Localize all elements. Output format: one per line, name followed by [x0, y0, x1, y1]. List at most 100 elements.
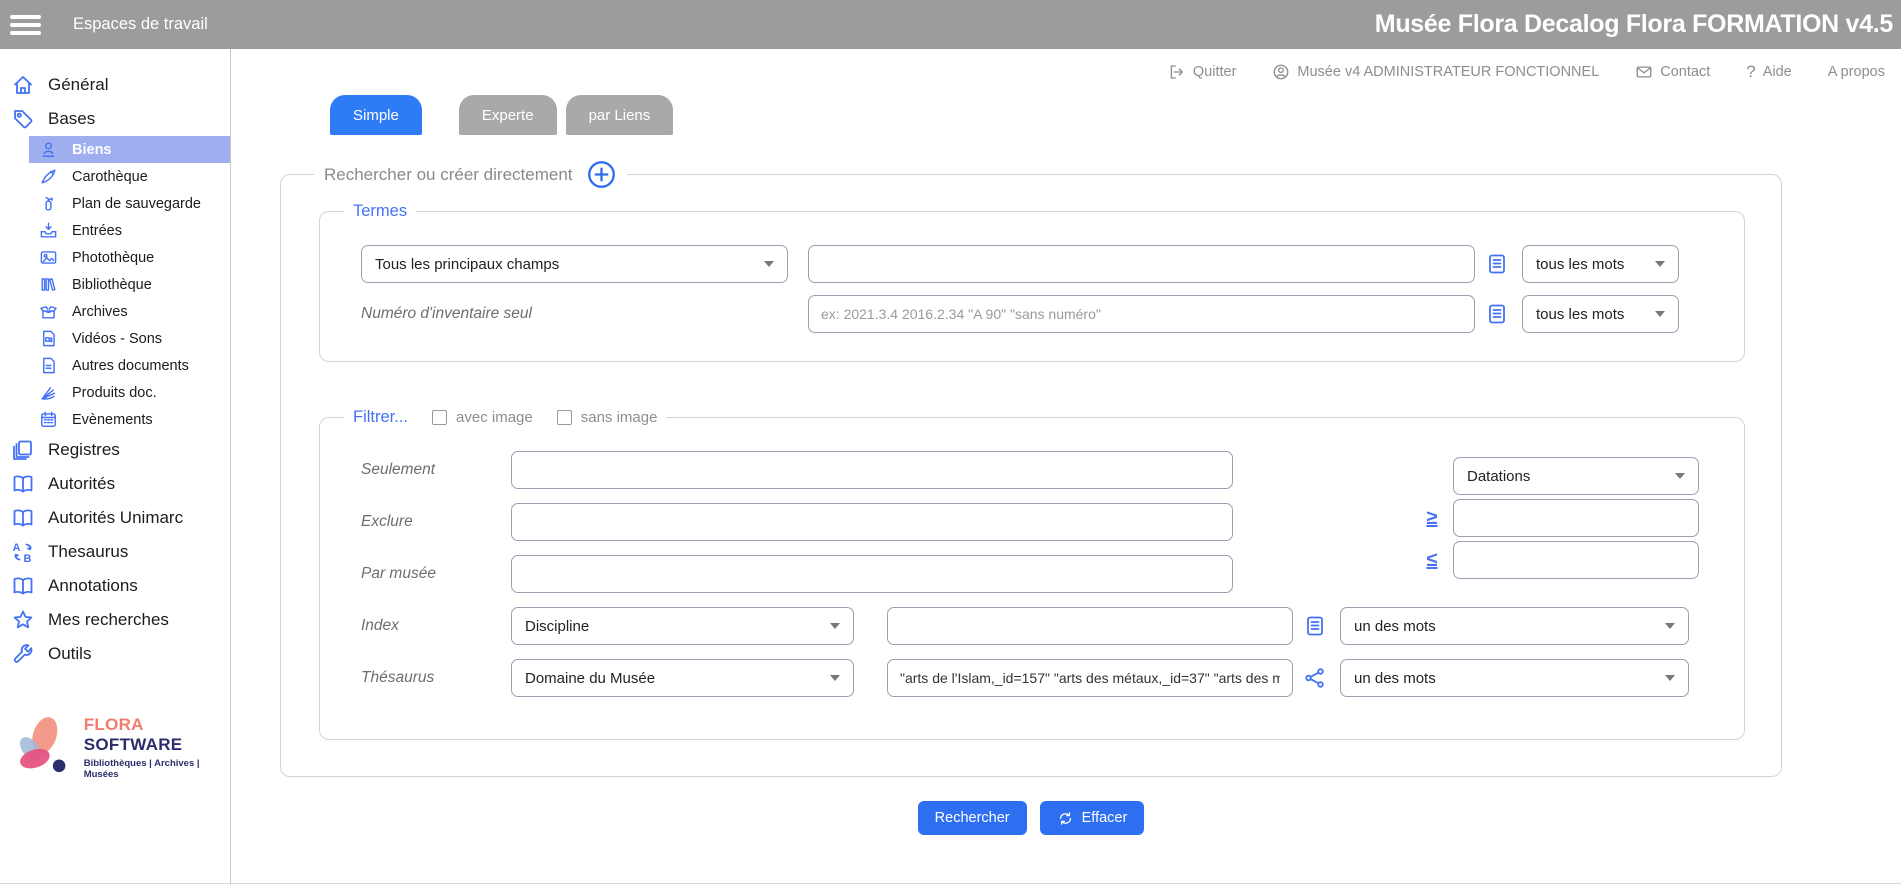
sidebar: Général Bases Biens Carothèque Plan de s…: [0, 49, 231, 885]
exclure-input[interactable]: [511, 503, 1233, 541]
thesaurus-value-input[interactable]: [887, 659, 1293, 697]
bust-icon: [39, 140, 58, 159]
user-account-link[interactable]: Musée v4 ADMINISTRATEUR FONCTIONNEL: [1272, 63, 1599, 81]
a-propos-link[interactable]: A propos: [1828, 64, 1885, 80]
sidebar-item-annotations[interactable]: Annotations: [0, 569, 230, 603]
termes-legend: Termes: [353, 202, 407, 221]
exclure-label: Exclure: [361, 513, 511, 531]
inventory-number-input[interactable]: [808, 295, 1475, 333]
chevron-down-icon: [1675, 473, 1685, 479]
index-label: Index: [361, 617, 511, 635]
sidebar-item-biens[interactable]: Biens: [0, 136, 230, 163]
sheaf-icon: [39, 383, 58, 402]
workspace-label: Espaces de travail: [73, 15, 208, 34]
chevron-down-icon: [1665, 623, 1675, 629]
sidebar-item-autres-documents[interactable]: Autres documents: [0, 352, 230, 379]
plus-circle-icon[interactable]: [586, 159, 617, 190]
logo-tagline: Bibliothèques | Archives | Musées: [84, 758, 230, 780]
datation-max-input[interactable]: [1453, 541, 1699, 579]
hamburger-menu-icon[interactable]: [10, 11, 41, 39]
thesaurus-mode-select[interactable]: un des mots: [1340, 659, 1689, 697]
index-mode-select[interactable]: un des mots: [1340, 607, 1689, 645]
chevron-down-icon: [830, 623, 840, 629]
sidebar-item-carotheque[interactable]: Carothèque: [0, 163, 230, 190]
greater-equal-toggle[interactable]: ≥: [1420, 507, 1444, 530]
flora-software-logo: FLORA SOFTWARE Bibliothèques | Archives …: [8, 707, 230, 787]
thesaurus-field-select[interactable]: Domaine du Musée: [511, 659, 854, 697]
datation-min-input[interactable]: [1453, 499, 1699, 537]
quitter-link[interactable]: Quitter: [1168, 63, 1237, 81]
document-icon: [39, 356, 58, 375]
chevron-down-icon: [1665, 675, 1675, 681]
seulement-label: Seulement: [361, 461, 511, 479]
inbox-in-icon: [39, 221, 58, 240]
open-book-icon: [11, 472, 35, 496]
carrot-icon: [39, 167, 58, 186]
open-box-icon: [39, 302, 58, 321]
index-field-select[interactable]: Discipline: [511, 607, 854, 645]
sidebar-item-thesaurus[interactable]: AB Thesaurus: [0, 535, 230, 569]
sidebar-item-outils[interactable]: Outils: [0, 637, 230, 671]
app-title: Musée Flora Decalog Flora FORMATION v4.5: [1375, 10, 1893, 39]
share-hierarchy-icon[interactable]: [1303, 666, 1327, 690]
tab-par-liens[interactable]: par Liens: [566, 95, 674, 135]
sidebar-item-plan-de-sauvegarde[interactable]: Plan de sauvegarde: [0, 190, 230, 217]
refresh-icon: [1057, 810, 1074, 827]
svg-text:B: B: [24, 553, 32, 564]
seulement-input[interactable]: [511, 451, 1233, 489]
thesaurus-label: Thésaurus: [361, 669, 511, 687]
tab-simple[interactable]: Simple: [330, 95, 422, 135]
sidebar-item-archives[interactable]: Archives: [0, 298, 230, 325]
aide-link[interactable]: ? Aide: [1746, 62, 1792, 82]
logo-wordmark: FLORA SOFTWARE: [84, 715, 230, 755]
datations-select[interactable]: Datations: [1453, 457, 1699, 495]
sidebar-item-general[interactable]: Général: [0, 68, 230, 102]
flora-flower-icon: [8, 707, 80, 787]
field-select[interactable]: Tous les principaux champs: [361, 245, 788, 283]
sidebar-item-produits-doc[interactable]: Produits doc.: [0, 379, 230, 406]
image-icon: [39, 248, 58, 267]
lexicon-lookup-icon[interactable]: [1485, 252, 1509, 276]
filter-legend: Filtrer...: [353, 408, 408, 427]
sidebar-item-autorites-unimarc[interactable]: Autorités Unimarc: [0, 501, 230, 535]
tab-experte[interactable]: Experte: [459, 95, 557, 135]
sidebar-item-bases[interactable]: Bases: [0, 102, 230, 136]
svg-text:A: A: [13, 542, 21, 554]
effacer-button[interactable]: Effacer: [1040, 801, 1145, 835]
rechercher-button[interactable]: Rechercher: [918, 801, 1027, 835]
sidebar-item-mes-recherches[interactable]: Mes recherches: [0, 603, 230, 637]
video-file-icon: [39, 329, 58, 348]
inventory-number-label: Numéro d'inventaire seul: [361, 305, 808, 323]
chevron-down-icon: [1655, 311, 1665, 317]
chevron-down-icon: [830, 675, 840, 681]
less-equal-toggle[interactable]: ≤: [1420, 549, 1444, 572]
sidebar-item-autorites[interactable]: Autorités: [0, 467, 230, 501]
question-mark-icon: ?: [1746, 62, 1755, 82]
contact-link[interactable]: Contact: [1635, 63, 1710, 81]
sans-image-checkbox[interactable]: [557, 410, 572, 425]
avec-image-checkbox-label[interactable]: avec image: [432, 409, 533, 426]
books-icon: [39, 275, 58, 294]
terms-mode-select[interactable]: tous les mots: [1522, 245, 1679, 283]
inventory-mode-select[interactable]: tous les mots: [1522, 295, 1679, 333]
logout-icon: [1168, 63, 1186, 81]
sidebar-item-evenements[interactable]: Evènements: [0, 406, 230, 433]
search-mode-tabs: Simple Experte par Liens: [330, 95, 1901, 135]
par-musee-input[interactable]: [511, 555, 1233, 593]
lexicon-lookup-icon[interactable]: [1485, 302, 1509, 326]
topbar: Espaces de travail Musée Flora Decalog F…: [0, 0, 1901, 49]
copies-icon: [11, 438, 35, 462]
chevron-down-icon: [764, 261, 774, 267]
sans-image-checkbox-label[interactable]: sans image: [557, 409, 658, 426]
sidebar-item-phototheque[interactable]: Photothèque: [0, 244, 230, 271]
avec-image-checkbox[interactable]: [432, 410, 447, 425]
sidebar-item-registres[interactable]: Registres: [0, 433, 230, 467]
lexicon-lookup-icon[interactable]: [1303, 614, 1327, 638]
sidebar-item-bibliotheque[interactable]: Bibliothèque: [0, 271, 230, 298]
main-content: Quitter Musée v4 ADMINISTRATEUR FONCTION…: [231, 49, 1901, 885]
tag-icon: [11, 107, 35, 131]
sidebar-item-videos-sons[interactable]: Vidéos - Sons: [0, 325, 230, 352]
sidebar-item-entrees[interactable]: Entrées: [0, 217, 230, 244]
terms-search-input[interactable]: [808, 245, 1475, 283]
index-value-input[interactable]: [887, 607, 1293, 645]
